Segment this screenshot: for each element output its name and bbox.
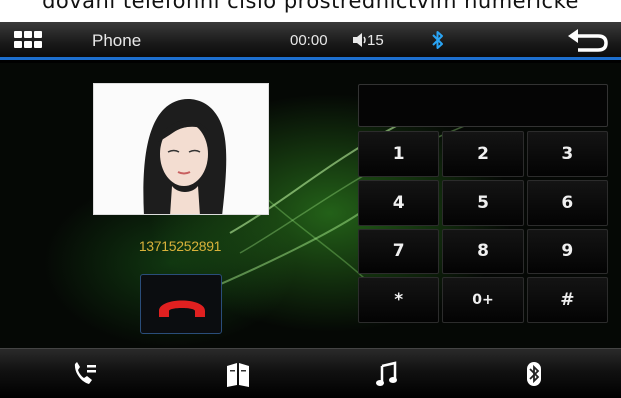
- key-4[interactable]: 4: [358, 179, 440, 226]
- phone-number: 13715252891: [138, 238, 222, 254]
- key-hash[interactable]: #: [526, 277, 608, 323]
- call-panel: 13715252891 1 2 3 4 5 6 7 8 9 * 0+ #: [0, 63, 621, 348]
- key-7[interactable]: 7: [358, 228, 440, 275]
- key-6[interactable]: 6: [526, 179, 608, 226]
- document-cropped-text: dování telefonní číslo prostřednictvím n…: [42, 0, 579, 13]
- bottom-nav: [0, 348, 621, 398]
- nav-call-log[interactable]: [65, 357, 105, 391]
- dial-keypad: 1 2 3 4 5 6 7 8 9 * 0+ #: [358, 131, 608, 323]
- speaker-icon: [353, 33, 366, 47]
- hangup-phone-icon: [159, 300, 205, 317]
- key-9[interactable]: 9: [526, 228, 608, 275]
- volume-level: 15: [367, 32, 384, 49]
- key-0-plus[interactable]: 0+: [442, 277, 524, 323]
- status-bar: Phone 00:00 15: [0, 22, 621, 60]
- clock: 00:00: [290, 32, 328, 49]
- bluetooth-icon: [432, 31, 443, 49]
- key-3[interactable]: 3: [526, 131, 608, 177]
- phonebook-icon: [227, 363, 249, 387]
- woman-portrait-icon: [94, 84, 268, 214]
- key-1[interactable]: 1: [358, 131, 440, 177]
- back-arrow-icon[interactable]: [566, 27, 610, 55]
- key-2[interactable]: 2: [442, 131, 524, 177]
- key-5[interactable]: 5: [442, 179, 524, 226]
- app-title: Phone: [92, 31, 142, 50]
- contact-photo: [93, 83, 269, 215]
- grid-menu-icon[interactable]: [14, 31, 44, 49]
- document-text-strip: dování telefonní číslo prostřednictvím n…: [0, 0, 621, 22]
- dial-display: [358, 84, 608, 127]
- nav-contacts[interactable]: [218, 357, 258, 391]
- phone-screen: Phone 00:00 15 13715252891 1 2 3 4 5 6 7…: [0, 22, 621, 398]
- hangup-button[interactable]: [140, 274, 222, 334]
- phone-log-icon: [74, 362, 96, 384]
- bluetooth-icon: [527, 362, 541, 386]
- nav-bluetooth[interactable]: [514, 357, 554, 391]
- key-8[interactable]: 8: [442, 228, 524, 275]
- music-note-icon: [376, 361, 397, 386]
- key-star[interactable]: *: [358, 277, 440, 323]
- nav-music[interactable]: [367, 357, 407, 391]
